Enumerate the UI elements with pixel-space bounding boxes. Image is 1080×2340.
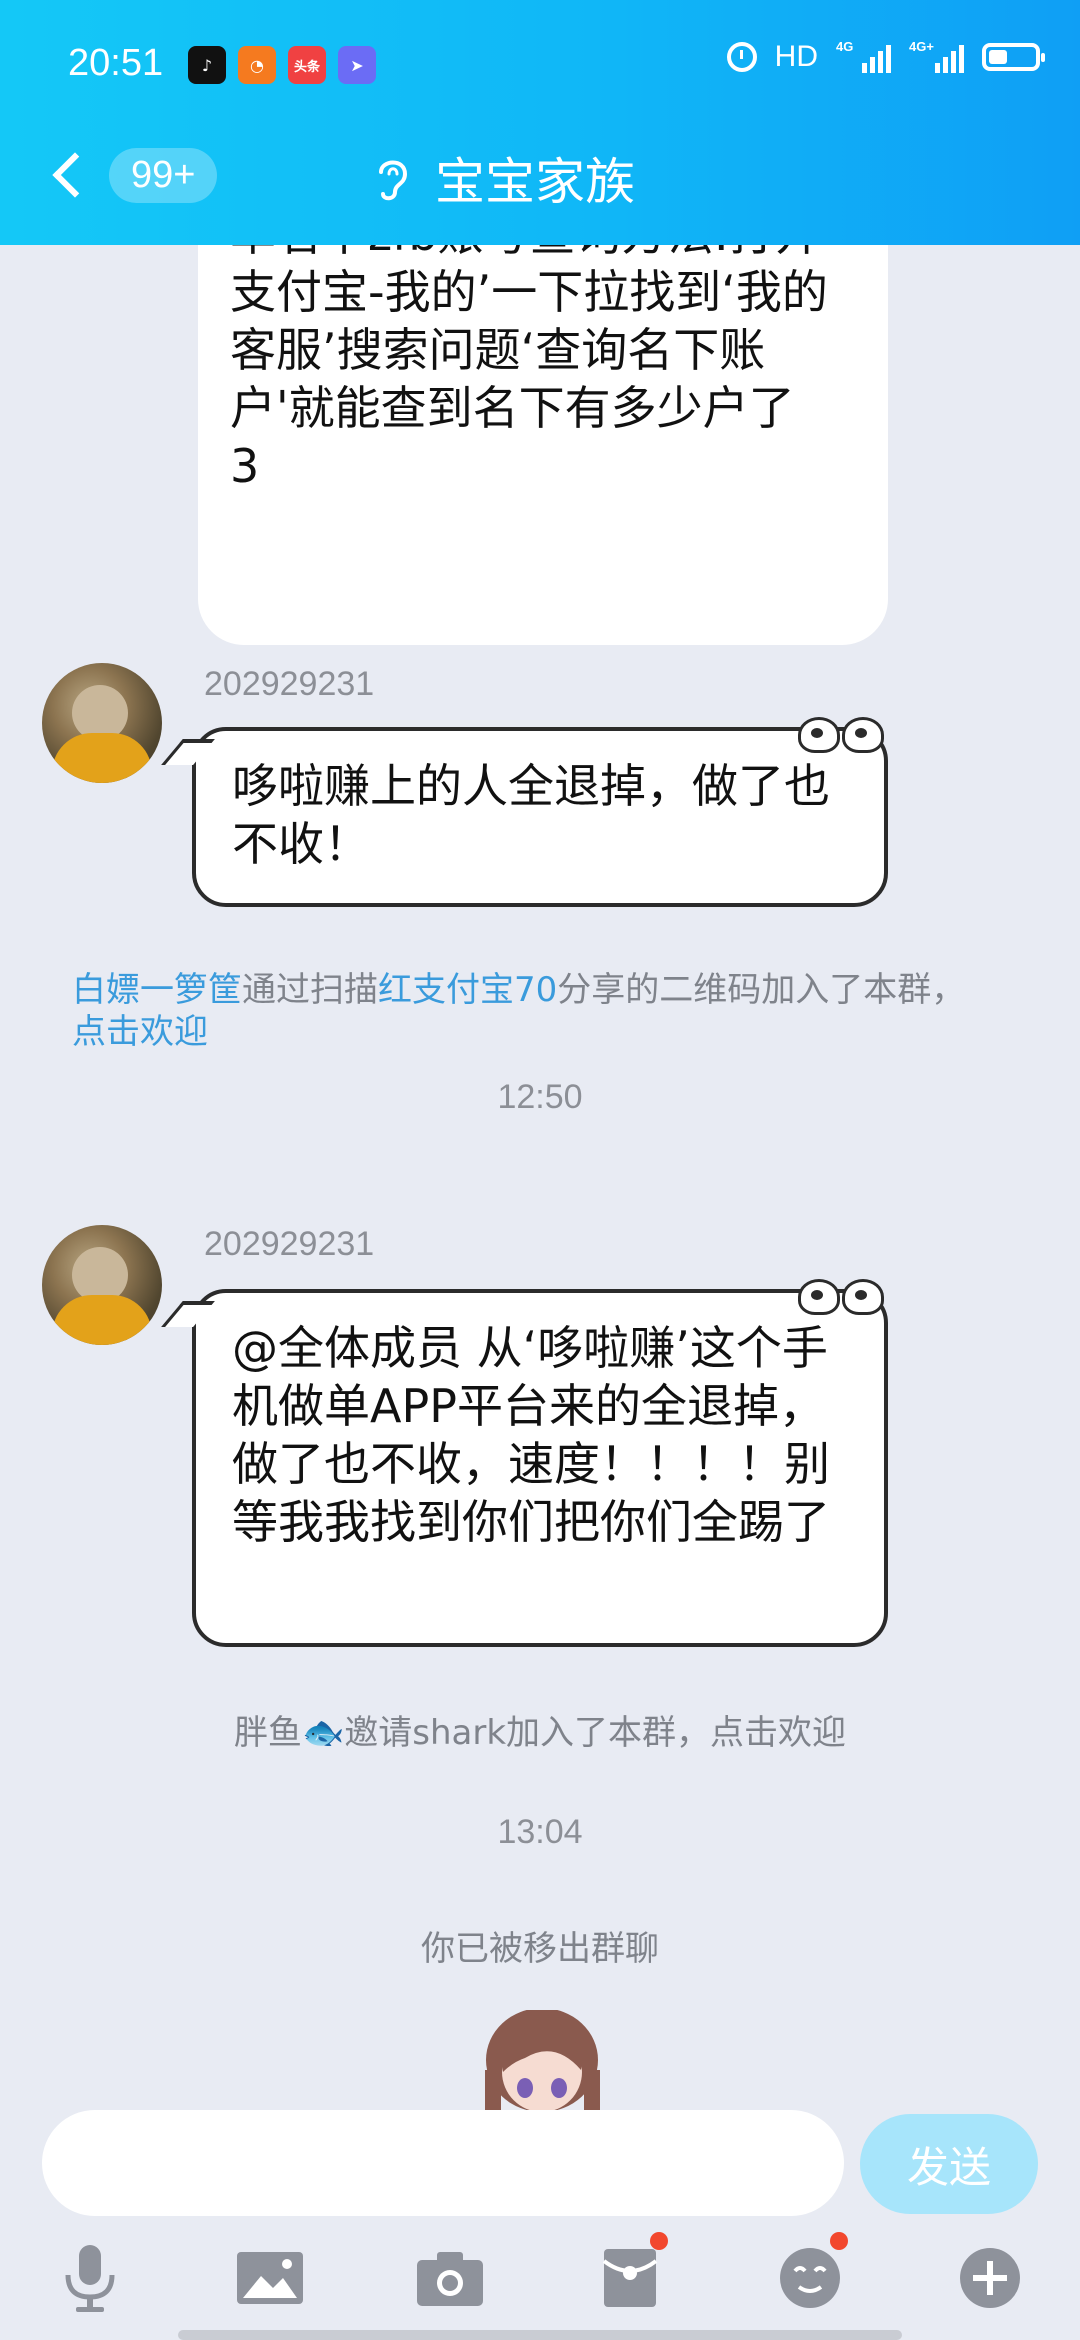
emoji-icon[interactable]	[770, 2232, 850, 2318]
toutiao-icon: 头条	[288, 46, 326, 84]
welcome-link[interactable]: 点击欢迎	[72, 1012, 208, 1052]
timestamp: 12:50	[497, 1078, 583, 1116]
send-button[interactable]: 发送	[860, 2114, 1038, 2214]
message-text: 哆啦赚上的人全退掉，做了也不收！	[232, 759, 830, 871]
input-toolbar	[0, 2232, 1080, 2318]
bubble-eyes-decoration	[798, 717, 884, 753]
fish-emoji-icon: 🐟	[301, 1713, 345, 1753]
notice-text: 加入了本群，	[506, 1713, 711, 1753]
welcome-link[interactable]: 点击欢迎	[710, 1713, 846, 1753]
camera-icon[interactable]	[410, 2238, 490, 2318]
bubble-eyes-decoration	[798, 1279, 884, 1315]
microphone-icon[interactable]	[50, 2238, 130, 2318]
home-indicator	[178, 2330, 902, 2340]
network-type-1: 4G	[836, 39, 854, 54]
input-area: 发送	[0, 2110, 1080, 2340]
group-title-area[interactable]: 宝宝家族	[0, 142, 1080, 214]
status-time: 20:51	[68, 42, 164, 84]
notification-dot	[650, 2232, 668, 2250]
signal-icon: 4G	[836, 39, 891, 73]
notice-text: 邀请	[344, 1713, 413, 1753]
nav-bar: 99+ 宝宝家族	[0, 130, 1080, 245]
invitee-link[interactable]: shark	[412, 1713, 506, 1753]
avatar[interactable]	[42, 663, 162, 783]
message-text: 单名下zfb账号查询方法:打开支付宝-我的’一下拉找到‘我的客服’搜索问题‘查询…	[230, 245, 828, 493]
battery-icon	[982, 43, 1045, 71]
message-bubble-partial[interactable]: 单名下zfb账号查询方法:打开支付宝-我的’一下拉找到‘我的客服’搜索问题‘查询…	[198, 245, 888, 645]
join-notice: 白嫖一箩筐通过扫描红支付宝70分享的二维码加入了本群， 点击欢迎	[72, 969, 972, 1053]
douyin-icon: ♪	[188, 46, 226, 84]
network-type-2: 4G+	[909, 39, 934, 54]
message-bubble[interactable]: @全体成员 从‘哆啦赚’这个手机做单APP平台来的全退掉，做了也不收，速度！！！…	[161, 1279, 888, 1647]
joined-user-link[interactable]: 白嫖一箩筐	[72, 970, 242, 1010]
qr-sharer-link[interactable]: 红支付宝70	[378, 970, 557, 1010]
alarm-icon	[726, 42, 757, 72]
status-indicators: HD 4G 4G+	[726, 39, 1045, 74]
message-input[interactable]	[42, 2110, 844, 2216]
removed-notice: 你已被移出群聊	[421, 1929, 659, 1969]
plus-icon[interactable]	[950, 2238, 1030, 2318]
image-icon[interactable]	[230, 2238, 310, 2318]
message-text: @全体成员 从‘哆啦赚’这个手机做单APP平台来的全退掉，做了也不收，速度！！！…	[232, 1321, 830, 1549]
chat-header: 20:51 ♪ ◔ 头条 ➤ HD 4G 4G+ 99+ 宝宝家族	[0, 0, 1080, 245]
ear-icon[interactable]	[375, 154, 411, 202]
inviter-link[interactable]: 胖鱼	[234, 1713, 302, 1753]
notification-app-icons: ♪ ◔ 头条 ➤	[188, 46, 376, 84]
notice-text: 通过扫描	[242, 970, 378, 1010]
avatar[interactable]	[42, 1225, 162, 1345]
message-bubble[interactable]: 哆啦赚上的人全退掉，做了也不收！	[161, 717, 888, 907]
anime-avatar[interactable]	[485, 2010, 600, 2110]
red-packet-icon[interactable]	[590, 2232, 670, 2318]
sender-name: 202929231	[204, 665, 375, 703]
feishu-icon: ➤	[338, 46, 376, 84]
chat-message-list[interactable]: 单名下zfb账号查询方法:打开支付宝-我的’一下拉找到‘我的客服’搜索问题‘查询…	[0, 245, 1080, 2110]
signal-icon-2: 4G+	[909, 39, 964, 73]
timestamp: 13:04	[497, 1813, 583, 1851]
notification-dot	[830, 2232, 848, 2250]
notice-text: 分享的二维码加入了本群，	[557, 970, 966, 1010]
hd-indicator: HD	[774, 40, 818, 73]
status-bar: 20:51 ♪ ◔ 头条 ➤ HD 4G 4G+	[0, 0, 1080, 130]
uc-browser-icon: ◔	[238, 46, 276, 84]
sender-name: 202929231	[204, 1225, 375, 1263]
invite-notice: 胖鱼🐟邀请shark加入了本群，点击欢迎	[0, 1705, 1080, 1754]
group-title[interactable]: 宝宝家族	[435, 142, 635, 214]
